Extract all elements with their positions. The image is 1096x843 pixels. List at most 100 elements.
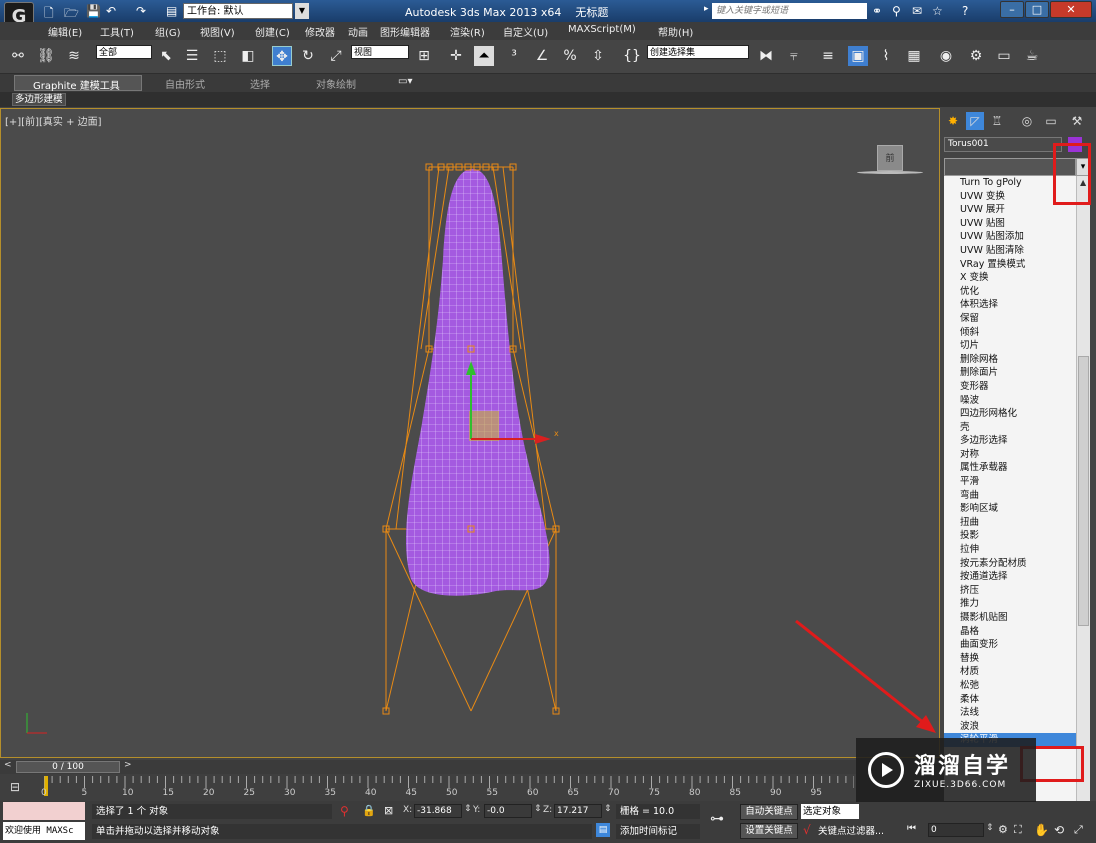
modifier-list-item[interactable]: 法线	[944, 706, 1076, 720]
zoom-extents-icon[interactable]: ⛶	[1014, 823, 1022, 837]
key-filters-icon[interactable]: √	[803, 823, 811, 837]
y-spinner-icon[interactable]: ⇕	[534, 804, 542, 814]
motion-tab-icon[interactable]: ◎	[1018, 112, 1036, 130]
ribbon-options-icon[interactable]: ▭▾	[398, 76, 412, 87]
ribbon-tab-object-paint[interactable]: 对象绘制	[316, 76, 356, 91]
y-coord-input[interactable]: -0.0	[484, 804, 532, 818]
menu-animation[interactable]: 动画	[348, 24, 368, 39]
menu-edit[interactable]: 编辑(E)	[48, 24, 82, 39]
frame-spinner-icon[interactable]: ⇕	[986, 823, 994, 833]
modifier-list-item[interactable]: 投影	[944, 529, 1076, 543]
utilities-tab-icon[interactable]: ⚒	[1068, 112, 1086, 130]
menu-help[interactable]: 帮助(H)	[658, 24, 693, 39]
auto-key-button[interactable]: 自动关键点	[740, 804, 798, 820]
display-tab-icon[interactable]: ▭	[1042, 112, 1060, 130]
binoculars-icon[interactable]: ⚭	[872, 4, 882, 18]
undo-icon[interactable]: ↶	[106, 4, 116, 18]
selection-filter-select[interactable]: 全部	[96, 45, 152, 59]
select-object-icon[interactable]: ⬉	[156, 46, 176, 66]
create-tab-icon[interactable]: ✸	[944, 112, 962, 130]
spinner-snap-icon[interactable]: ⇳	[588, 46, 608, 66]
modifier-list-scrollbar[interactable]: ▲ ▼	[1076, 176, 1090, 821]
add-time-tag[interactable]: 添加时间标记	[616, 824, 700, 839]
project-folder-icon[interactable]: ▤	[166, 4, 177, 18]
time-tag-icon[interactable]: ▤	[596, 823, 610, 837]
modifier-list-item[interactable]: 四边形网格化	[944, 407, 1076, 421]
key-filters-button[interactable]: 关键点过滤器...	[818, 824, 900, 839]
modifier-list-item[interactable]: 删除网格	[944, 353, 1076, 367]
hierarchy-tab-icon[interactable]: ♖	[988, 112, 1006, 130]
modifier-list-item[interactable]: 平滑	[944, 475, 1076, 489]
search-input[interactable]: 键入关键字或短语	[712, 3, 867, 19]
modifier-list-item[interactable]: 波浪	[944, 720, 1076, 734]
modifier-list-item[interactable]: 替换	[944, 652, 1076, 666]
percent-snap-icon[interactable]: %	[560, 46, 580, 66]
key-mode-toggle-icon[interactable]: ⏮	[907, 823, 916, 834]
redo-icon[interactable]: ↷	[136, 4, 146, 18]
modifier-list-item[interactable]: 曲面变形	[944, 638, 1076, 652]
selection-lock-icon[interactable]: 🔒	[362, 804, 376, 817]
render-production-icon[interactable]: ☕	[1022, 46, 1042, 66]
x-coord-input[interactable]: -31.868	[414, 804, 462, 818]
menu-maxscript[interactable]: MAXScript(M)	[568, 24, 636, 35]
help-icon[interactable]: ?	[962, 4, 968, 18]
menu-graph-editors[interactable]: 图形编辑器	[380, 24, 430, 39]
select-and-rotate-icon[interactable]: ↻	[298, 46, 318, 66]
modifier-list-item[interactable]: 材质	[944, 665, 1076, 679]
modifier-list-item[interactable]: UVW 贴图清除	[944, 244, 1076, 258]
pivot-center-icon[interactable]: ⊞	[414, 46, 434, 66]
modifier-list-item[interactable]: UVW 贴图添加	[944, 230, 1076, 244]
z-coord-input[interactable]: 17.217	[554, 804, 602, 818]
time-slider[interactable]: < 0 / 100 >	[0, 760, 860, 774]
track-bar[interactable]: ⊟ 0 5 10 15 20 25 30 35 40 45 50 55 60 65 70 75 80 85 90 95	[0, 774, 860, 801]
modifier-list-item[interactable]: UVW 贴图	[944, 217, 1076, 231]
pan-view-icon[interactable]: ✋	[1034, 823, 1049, 837]
x-spinner-icon[interactable]: ⇕	[464, 804, 472, 814]
modifier-list-item[interactable]: 删除面片	[944, 366, 1076, 380]
modifier-list-item[interactable]: 拉伸	[944, 543, 1076, 557]
time-config-icon[interactable]: ⚙	[998, 823, 1008, 836]
modifier-list-item[interactable]: 属性承载器	[944, 461, 1076, 475]
ribbon-tab-freeform[interactable]: 自由形式	[165, 76, 205, 91]
torus-mesh[interactable]	[391, 159, 561, 609]
maximize-button[interactable]: □	[1025, 1, 1049, 18]
mini-curve-editor-icon[interactable]: ⊟	[10, 780, 20, 794]
modifier-list-item[interactable]: 扭曲	[944, 516, 1076, 530]
modifier-list-item[interactable]: 变形器	[944, 380, 1076, 394]
modifier-list-item[interactable]: UVW 展开	[944, 203, 1076, 217]
isolate-selection-icon[interactable]: ⚲	[340, 804, 349, 818]
object-name-field[interactable]: Torus001	[944, 137, 1062, 152]
modifier-list-item[interactable]: 柔体	[944, 693, 1076, 707]
modifier-list-item[interactable]: 摄影机贴图	[944, 611, 1076, 625]
key-icon[interactable]: ⚲	[892, 4, 901, 18]
unlink-icon[interactable]: ⛓	[36, 46, 56, 66]
rect-selection-icon[interactable]: ⬚	[210, 46, 230, 66]
modifier-list-item[interactable]: 体积选择	[944, 298, 1076, 312]
maxscript-listener[interactable]: 欢迎使用 MAXSc	[3, 822, 85, 840]
modifier-list-item[interactable]: 按元素分配材质	[944, 557, 1076, 571]
angle-snap-icon[interactable]: ∠	[532, 46, 552, 66]
modifier-list-item[interactable]: 推力	[944, 597, 1076, 611]
front-viewport[interactable]: [+][前][真实 + 边面] 前 x	[0, 108, 940, 758]
key-selection-dropdown[interactable]: 选定对象	[801, 804, 859, 819]
snaps-toggle-icon[interactable]: ³	[504, 46, 524, 66]
save-icon[interactable]: 💾	[86, 4, 101, 18]
window-crossing-icon[interactable]: ◧	[238, 46, 258, 66]
menu-customize[interactable]: 自定义(U)	[503, 24, 548, 39]
curve-editor-icon[interactable]: ⌇	[876, 46, 896, 66]
layer-manager-icon[interactable]: ≡	[818, 46, 838, 66]
schematic-view-icon[interactable]: ▦	[904, 46, 924, 66]
absolute-mode-icon[interactable]: ⊠	[384, 804, 393, 817]
edit-named-selection-icon[interactable]: {}	[622, 46, 642, 66]
modifier-list-item[interactable]: 影响区域	[944, 502, 1076, 516]
rendered-frame-window-icon[interactable]: ▭	[994, 46, 1014, 66]
select-by-name-icon[interactable]: ☰	[182, 46, 202, 66]
modifier-list-item[interactable]: 晶格	[944, 625, 1076, 639]
bind-space-warp-icon[interactable]: ≋	[64, 46, 84, 66]
modifier-list-item[interactable]: 优化	[944, 285, 1076, 299]
ribbon-tab-selection[interactable]: 选择	[250, 76, 270, 91]
z-spinner-icon[interactable]: ⇕	[604, 804, 612, 814]
named-selection-set-select[interactable]: 创建选择集	[647, 45, 749, 59]
modifier-list-item[interactable]: 弯曲	[944, 489, 1076, 503]
ribbon-tab-graphite[interactable]: Graphite 建模工具	[14, 75, 142, 92]
